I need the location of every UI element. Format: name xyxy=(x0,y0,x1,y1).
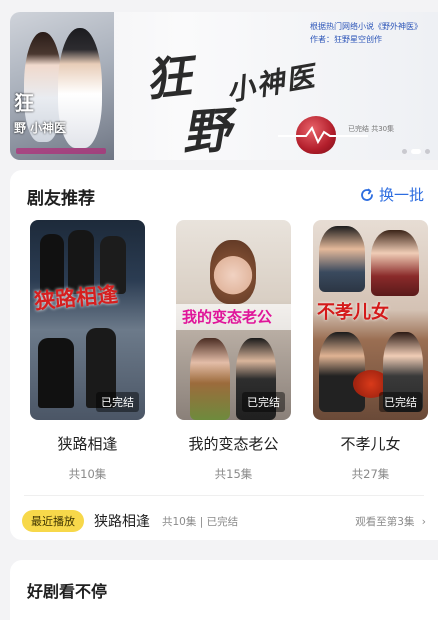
banner-poster-image: 狂 野 小神医 xyxy=(10,12,114,160)
drama-cover[interactable]: 不孝儿女 已完结 xyxy=(313,220,428,420)
refresh-label: 换一批 xyxy=(378,186,424,204)
cover-title: 不孝儿女 xyxy=(317,302,389,323)
refresh-button[interactable]: 换一批 xyxy=(359,184,424,205)
continue-watching-link[interactable]: 观看至第3集 › xyxy=(355,514,426,529)
drama-episodes: 共10集 xyxy=(68,467,107,481)
divider xyxy=(24,495,424,496)
carousel-dot xyxy=(402,149,407,154)
drama-episodes: 共27集 xyxy=(351,467,390,481)
carousel-dot xyxy=(425,149,430,154)
poster-title: 狂 野 小神医 xyxy=(14,91,67,135)
chevron-right-icon: › xyxy=(421,515,426,528)
cover-title: 我的变态老公 xyxy=(182,308,273,326)
carousel-dot-active xyxy=(411,149,421,154)
recent-play-tag: 最近播放 xyxy=(22,510,84,532)
drama-name[interactable]: 狭路相逢 xyxy=(30,433,145,454)
recommend-card: 剧友推荐 换一批 狭路相逢 已完结 狭路相逢 共10集 我的变态老公 已完结 我… xyxy=(10,170,438,540)
drama-cover[interactable]: 我的变态老公 已完结 xyxy=(176,220,291,420)
status-badge: 已完结 xyxy=(242,392,285,412)
drama-list: 狭路相逢 已完结 狭路相逢 共10集 我的变态老公 已完结 我的变态老公 共15… xyxy=(30,220,430,490)
section-title: 好剧看不停 xyxy=(27,582,108,601)
drama-name[interactable]: 我的变态老公 xyxy=(176,433,291,454)
hero-banner[interactable]: 狂 野 小神医 狂 野 小神医 根据热门网络小说《野外神医》 作者：狂野星空创作… xyxy=(10,12,438,160)
recent-play-title[interactable]: 狭路相逢 xyxy=(94,511,150,531)
refresh-icon xyxy=(361,188,373,201)
section-card: 好剧看不停 xyxy=(10,560,438,620)
carousel-indicator xyxy=(402,149,430,154)
drama-card[interactable]: 狭路相逢 已完结 狭路相逢 共10集 xyxy=(30,220,145,482)
section-title: 剧友推荐 xyxy=(27,189,95,209)
drama-name[interactable]: 不孝儿女 xyxy=(313,433,428,454)
banner-info: 根据热门网络小说《野外神医》 作者：狂野星空创作 xyxy=(310,22,422,44)
drama-card[interactable]: 不孝儿女 已完结 不孝儿女 共27集 xyxy=(313,220,428,482)
banner-credit: 已完结 共30集 xyxy=(348,125,395,133)
drama-episodes: 共15集 xyxy=(214,467,253,481)
status-badge: 已完结 xyxy=(379,392,422,412)
banner-title-char-2: 野 xyxy=(180,102,235,160)
drama-cover[interactable]: 狭路相逢 已完结 xyxy=(30,220,145,420)
cover-title: 狭路相逢 xyxy=(33,281,119,314)
banner-title-subtitle: 小神医 xyxy=(224,59,319,108)
recent-play-row[interactable]: 最近播放 狭路相逢 共10集 | 已完结 观看至第3集 › xyxy=(22,508,428,534)
status-badge: 已完结 xyxy=(96,392,139,412)
recent-play-meta: 共10集 | 已完结 xyxy=(162,515,239,528)
drama-card[interactable]: 我的变态老公 已完结 我的变态老公 共15集 xyxy=(176,220,291,482)
